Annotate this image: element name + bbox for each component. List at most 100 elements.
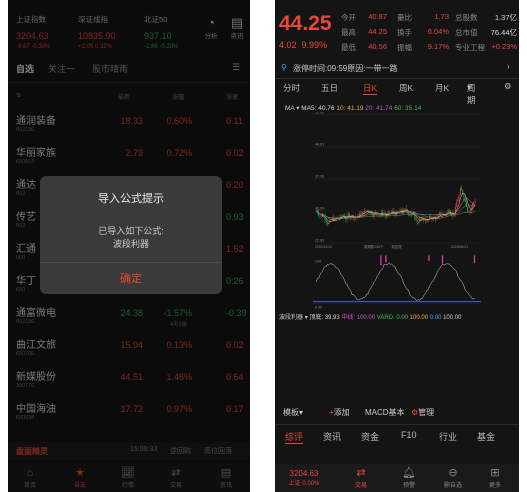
indicator-legend: 波段利器 ▾ 顶底: 39.93 中线: 100.00 VARD: 0.00 1… xyxy=(279,315,462,321)
candle-body xyxy=(473,201,475,205)
ma20-line xyxy=(316,203,476,220)
candle-body xyxy=(399,209,401,212)
tab-daily-k[interactable]: 日K xyxy=(363,82,378,95)
tab-fund[interactable]: 基金 xyxy=(477,430,495,443)
manage-button[interactable]: ⚙管理 xyxy=(411,407,434,418)
quote-value: 9.17% xyxy=(427,42,449,51)
ma60-line xyxy=(316,210,476,219)
candle-body xyxy=(421,217,423,220)
quote-label: 最低 xyxy=(341,43,356,52)
divider xyxy=(275,78,519,79)
confirm-button[interactable]: 确定 xyxy=(40,262,222,294)
candle-body xyxy=(328,222,330,224)
current-price: 44.25 xyxy=(279,12,332,35)
grid-icon: ⊞ xyxy=(490,467,500,479)
nav-alert[interactable]: 🔔︎ 预警 xyxy=(387,467,431,489)
candle-body xyxy=(409,214,411,216)
settings-icon[interactable]: ⚙ xyxy=(504,81,512,92)
x-mid-label: 周期数130个 xyxy=(364,244,384,249)
candle-body xyxy=(474,201,476,202)
tab-funds[interactable]: 资金 xyxy=(361,430,379,443)
stock-detail-screen: 44.25 4.02 9.99% 今开 40.87 量比 1.73 总股数 1.37亿最高… xyxy=(275,0,519,492)
y-tick-label: 37.30 xyxy=(315,175,324,179)
tab-weekly-k[interactable]: 周K xyxy=(399,82,413,94)
remove-icon: ⊖ xyxy=(448,467,458,479)
signal-bar xyxy=(441,255,444,264)
dialog-message: 已导入如下公式: xyxy=(98,226,164,236)
nav-remove-watchlist[interactable]: ⊖ 删自选 xyxy=(431,467,475,489)
tab-monthly-k[interactable]: 月K xyxy=(435,82,449,94)
candle-body xyxy=(456,202,458,207)
tab-period[interactable]: 周期 ▾ xyxy=(467,82,476,105)
quote-label: 总市值 xyxy=(455,28,478,37)
quote-label: 最高 xyxy=(341,28,356,37)
quote-label: 量比 xyxy=(397,13,412,22)
candle-body xyxy=(415,217,417,221)
x-mid2-label: 前复权 xyxy=(391,244,402,249)
candle-body xyxy=(440,212,442,215)
candle-body xyxy=(463,193,465,200)
tab-overview[interactable]: 综评 xyxy=(285,430,304,444)
candle-body xyxy=(467,206,469,212)
price-change: 4.02 9.99% xyxy=(279,40,328,50)
tab-intraday[interactable]: 分时 xyxy=(283,82,300,94)
dialog-formula-name: 波段利器 xyxy=(112,239,149,249)
quote-value: 40.56 xyxy=(368,42,387,51)
candle-body xyxy=(457,199,459,203)
nav-trade[interactable]: ⇄ 交易 xyxy=(339,467,383,489)
candle-body xyxy=(416,220,418,222)
template-dropdown[interactable]: 模板▾ xyxy=(283,407,303,418)
quote-label: 今开 xyxy=(341,13,356,22)
tab-f10[interactable]: F10 xyxy=(401,430,417,440)
candle-body xyxy=(384,214,386,216)
ma-legend: MA ▾ MA5: 40.76 10: 41.19 20: 41.74 60: … xyxy=(285,105,422,112)
quote-value: 76.44亿 xyxy=(490,28,517,37)
indicator-toolbar: 模板▾ +添加 MACD基本 ⚙管理 xyxy=(275,405,519,421)
candle-body xyxy=(447,210,449,213)
bell-icon: 🔔︎ xyxy=(402,467,416,479)
add-indicator-button[interactable]: +添加 xyxy=(329,407,350,418)
candle-body xyxy=(459,188,461,195)
candle-body xyxy=(326,221,328,224)
quote-value: 6.04% xyxy=(427,27,449,36)
candle-body xyxy=(389,211,391,213)
trade-icon: ⇄ xyxy=(356,467,366,479)
nav-index-shanghai[interactable]: 3204.63 上证 0.00% xyxy=(275,467,333,487)
tab-news[interactable]: 资讯 xyxy=(323,430,341,443)
candle-body xyxy=(358,214,360,216)
candle-body xyxy=(347,213,349,216)
quote-label: 总股数 xyxy=(455,13,478,22)
candle-body xyxy=(469,209,471,212)
candle-body xyxy=(325,219,327,222)
candle-body xyxy=(320,215,322,217)
tab-industry[interactable]: 行业 xyxy=(439,430,457,443)
sub-top-label: 100 xyxy=(315,259,321,263)
candle-body xyxy=(461,188,462,190)
candle-body xyxy=(372,213,374,217)
nav-more[interactable]: ⊞ 更多 xyxy=(473,467,517,489)
quote-value: 1.37亿 xyxy=(494,13,517,22)
ma10-line xyxy=(316,198,476,221)
quote-label: 专业工程 xyxy=(455,43,485,52)
candle-body xyxy=(378,214,380,216)
candle-body xyxy=(319,215,321,217)
signal-bar xyxy=(380,255,382,266)
quote-value: 40.87 xyxy=(368,12,387,21)
candle-body xyxy=(362,211,364,214)
signal-bar xyxy=(385,255,387,263)
tab-five-day[interactable]: 五日 xyxy=(321,82,338,94)
dialog-title: 导入公式提示 xyxy=(98,193,164,205)
candlestick-chart[interactable]: 51.9244.6137.3030.0022.691000.002022/11/… xyxy=(275,112,519,312)
indicator-line xyxy=(316,262,476,301)
ma5-line xyxy=(316,192,476,222)
detail-bottom-nav: 3204.63 上证 0.00% ⇄ 交易 🔔︎ 预警 ⊖ 删自选 ⊞ 更多 xyxy=(275,464,519,492)
macd-basic-button[interactable]: MACD基本 xyxy=(365,407,405,418)
quote-value: 1.73 xyxy=(434,12,449,21)
period-tabs: 分时 五日 日K 周K 月K 周期 ▾ ⚙ xyxy=(275,81,519,105)
candle-body xyxy=(400,209,402,211)
limit-info-bar[interactable]: ⚲ 涨停时间:09:59原因:一带一路 › xyxy=(275,62,519,76)
import-formula-dialog: 导入公式提示 已导入如下公式: 波段利器 确定 xyxy=(40,176,222,294)
quote-label: 换手 xyxy=(397,28,412,37)
candle-body xyxy=(405,208,407,210)
chevron-right-icon: › xyxy=(507,62,510,71)
